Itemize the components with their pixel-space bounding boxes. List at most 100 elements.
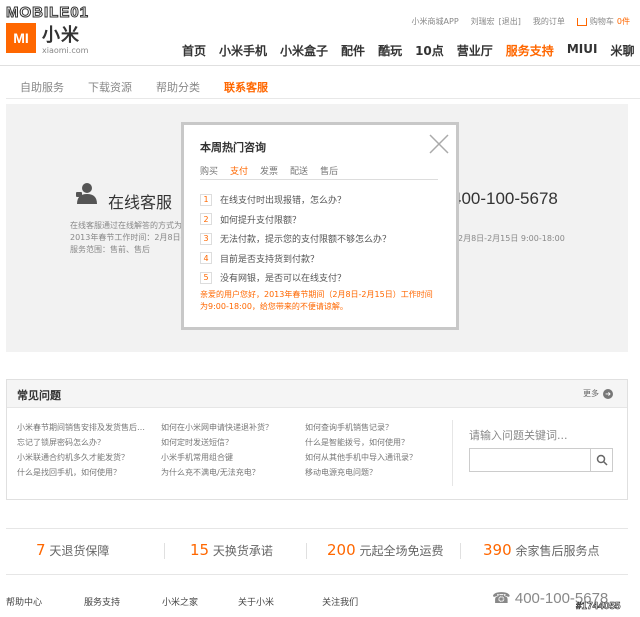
- footer-follow[interactable]: 关注我们: [322, 595, 358, 608]
- guarantee-bar: 7 天退货保障 15 天换货承诺 200 元起全场免运费 390 余家售后服务点: [0, 541, 640, 561]
- subnav-contact[interactable]: 联系客服: [224, 79, 268, 95]
- online-service-desc: 在线客服通过在线解答的方式为 2013年春节工作时间：2月8日-2 服务范围：售…: [70, 220, 189, 256]
- faq-link[interactable]: 如何查询手机销售记录？: [305, 422, 449, 437]
- tab-invoice[interactable]: 发票: [260, 164, 278, 177]
- guarantee-number: 200: [327, 541, 356, 559]
- faq-link[interactable]: 小米手机常用组合键: [161, 452, 305, 467]
- guarantee-item: 7 天退货保障: [36, 541, 109, 559]
- nav-box[interactable]: 小米盒子: [280, 42, 328, 59]
- question-item[interactable]: 2 如何提升支付限额？: [200, 210, 391, 230]
- search-icon: [596, 454, 608, 466]
- service-desc-line: 服务范围：售前、售后: [70, 245, 150, 254]
- guarantee-item: 200 元起全场免运费: [327, 541, 443, 559]
- nav-accessories[interactable]: 配件: [341, 42, 365, 59]
- question-number: 3: [200, 232, 212, 245]
- top-links: 小米商城APP 刘瑞宏 [退出] 我的订单 购物车 0件: [412, 16, 630, 27]
- faq-link[interactable]: 如何定时发送短信？: [161, 437, 305, 452]
- faq-more-link[interactable]: 更多 ➜: [583, 388, 613, 399]
- guarantee-separator: [460, 543, 461, 559]
- faq-header: 常见问题 更多 ➜: [7, 380, 627, 408]
- faq-link[interactable]: 如何从其他手机中导入通讯录？: [305, 452, 449, 467]
- subnav-self-service[interactable]: 自助服务: [20, 79, 64, 95]
- mi-logo[interactable]: MI: [6, 23, 36, 53]
- nav-home[interactable]: 首页: [182, 42, 206, 59]
- hot-questions-dialog: 本周热门咨询 购买 支付 发票 配送 售后 1 在线支付时出现报错，怎么办？ 2…: [181, 122, 459, 330]
- service-phone-hours: 2月8日-2月15日 9:00-18:00: [458, 234, 565, 243]
- question-text: 目前是否支持货到付款？: [220, 254, 320, 265]
- question-number: 4: [200, 252, 212, 265]
- customer-service-icon: [76, 183, 97, 204]
- guarantee-separator: [306, 543, 307, 559]
- question-text: 如何提升支付限额？: [220, 215, 302, 226]
- search-button[interactable]: [590, 449, 612, 471]
- nav-10am[interactable]: 10点: [415, 42, 444, 59]
- faq-link[interactable]: 忘记了锁屏密码怎么办？: [17, 437, 161, 452]
- holiday-notice: 亲爱的用户您好，2013年春节期间（2月8日-2月15日）工作时间为9:00-1…: [200, 290, 433, 311]
- faq-search-box: [469, 448, 613, 472]
- footer-support[interactable]: 服务支持: [84, 595, 120, 608]
- question-list: 1 在线支付时出现报错，怎么办？ 2 如何提升支付限额？ 3 无法付款，提示您的…: [200, 190, 391, 288]
- nav-miliao[interactable]: 米聊: [610, 42, 634, 59]
- question-item[interactable]: 1 在线支付时出现报错，怎么办？: [200, 190, 391, 210]
- guarantee-item: 15 天换货承诺: [190, 541, 273, 559]
- brand[interactable]: 小米 xiaomi.com: [42, 21, 88, 55]
- question-item[interactable]: 5 没有网银，是否可以在线支付？: [200, 268, 391, 288]
- faq-search-input[interactable]: [470, 449, 590, 471]
- nav-hall[interactable]: 营业厅: [457, 42, 493, 59]
- logout-link[interactable]: [退出]: [499, 16, 521, 27]
- faq-link[interactable]: 什么是智能拨号，如何使用？: [305, 437, 449, 452]
- cart-link[interactable]: 购物车 0件: [576, 16, 630, 27]
- question-item[interactable]: 4 目前是否支持货到付款？: [200, 249, 391, 269]
- guarantee-text: 天换货承诺: [212, 544, 273, 558]
- faq-link[interactable]: 如何在小米网申请快递退补货？: [161, 422, 305, 437]
- guarantee-number: 15: [190, 541, 210, 559]
- question-text: 没有网银，是否可以在线支付？: [220, 274, 347, 285]
- tab-payment[interactable]: 支付: [230, 164, 248, 177]
- faq-columns: 小米春节期间销售安排及发货售后… 忘记了锁屏密码怎么办？ 小米联通合约机多久才能…: [17, 422, 449, 482]
- faq-more-label: 更多: [583, 389, 599, 398]
- guarantee-text: 天退货保障: [49, 544, 110, 558]
- nav-miui[interactable]: MIUI: [567, 42, 598, 59]
- phone-icon: ☎: [492, 590, 511, 607]
- faq-link[interactable]: 为什么充不满电/无法充电？: [161, 467, 305, 482]
- subnav-help-categories[interactable]: 帮助分类: [156, 79, 200, 95]
- nav-cool[interactable]: 酷玩: [378, 42, 402, 59]
- nav-support[interactable]: 服务支持: [506, 42, 554, 59]
- close-icon[interactable]: [428, 133, 450, 155]
- arrow-right-icon: ➜: [603, 388, 613, 399]
- subnav-downloads[interactable]: 下载资源: [88, 79, 132, 95]
- cart-count: 0件: [616, 17, 630, 26]
- app-link[interactable]: 小米商城APP: [412, 16, 459, 27]
- faq-column: 如何查询手机销售记录？ 什么是智能拨号，如何使用？ 如何从其他手机中导入通讯录？…: [305, 422, 449, 482]
- main-nav: 首页 小米手机 小米盒子 配件 酷玩 10点 营业厅 服务支持 MIUI 米聊 …: [182, 42, 640, 59]
- brand-name: 小米: [42, 25, 80, 46]
- faq-link[interactable]: 小米联通合约机多久才能发货？: [17, 452, 161, 467]
- faq-divider: [452, 420, 453, 486]
- faq-link[interactable]: 什么是找回手机，如何使用？: [17, 467, 161, 482]
- cart-icon: [576, 17, 587, 26]
- service-desc-line: 在线客服通过在线解答的方式为: [70, 221, 182, 230]
- question-number: 5: [200, 271, 212, 284]
- guarantee-text: 余家售后服务点: [515, 544, 600, 558]
- question-item[interactable]: 3 无法付款，提示您的支付限额不够怎么办？: [200, 229, 391, 249]
- footer-help-center[interactable]: 帮助中心: [6, 595, 42, 608]
- username-link[interactable]: 刘瑞宏: [471, 16, 495, 27]
- footer-mi-home[interactable]: 小米之家: [162, 595, 198, 608]
- footer-about[interactable]: 关于小米: [238, 595, 274, 608]
- guarantee-item: 390 余家售后服务点: [483, 541, 599, 559]
- tab-delivery[interactable]: 配送: [290, 164, 308, 177]
- faq-link[interactable]: 小米春节期间销售安排及发货售后…: [17, 422, 161, 437]
- guarantee-text: 元起全场免运费: [359, 544, 444, 558]
- question-number: 2: [200, 213, 212, 226]
- cart-label: 购物车: [589, 17, 614, 26]
- question-text: 无法付款，提示您的支付限额不够怎么办？: [220, 235, 392, 246]
- tab-after-sales[interactable]: 售后: [320, 164, 338, 177]
- nav-phone[interactable]: 小米手机: [219, 42, 267, 59]
- faq-title: 常见问题: [17, 389, 61, 402]
- dialog-tabs: 购买 支付 发票 配送 售后: [200, 164, 350, 177]
- orders-link[interactable]: 我的订单: [533, 16, 565, 27]
- top-bar: MOBILE01 小米商城APP 刘瑞宏 [退出] 我的订单 购物车 0件: [0, 0, 640, 30]
- tab-purchase[interactable]: 购买: [200, 164, 218, 177]
- service-desc-line: 2013年春节工作时间：2月8日-2: [70, 233, 189, 242]
- faq-link[interactable]: 移动电源充电问题？: [305, 467, 449, 482]
